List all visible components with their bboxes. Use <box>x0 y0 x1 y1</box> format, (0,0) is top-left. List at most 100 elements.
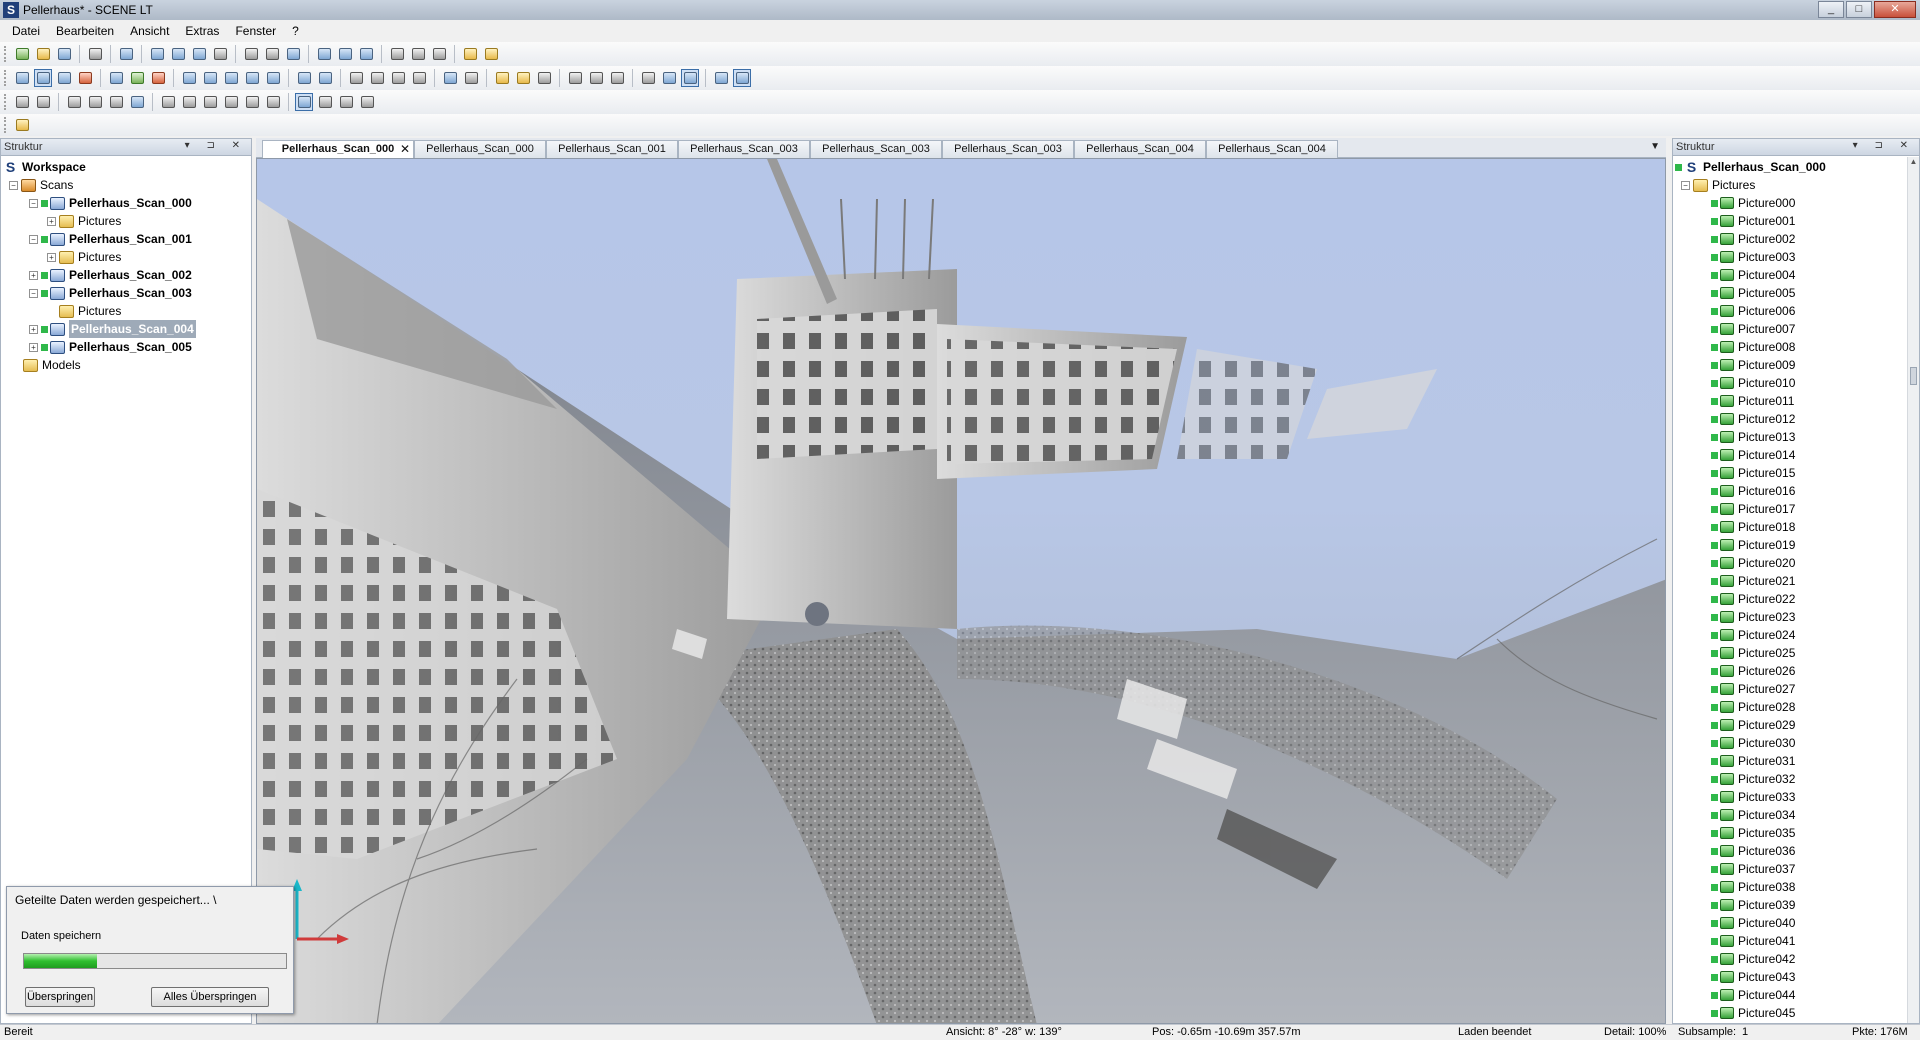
scroll-up-icon[interactable]: ▲ <box>1908 157 1919 169</box>
tree-node-pictures[interactable]: Pictures <box>3 302 251 320</box>
scroll-thumb[interactable] <box>1910 367 1917 385</box>
minimize-button[interactable]: _ <box>1818 1 1844 18</box>
collapse-icon[interactable]: − <box>9 180 18 190</box>
picture-item[interactable]: Picture001 <box>1675 212 1919 230</box>
picture-item[interactable]: Picture044 <box>1675 986 1919 1004</box>
select-objects-icon[interactable] <box>34 93 52 111</box>
tab-scan[interactable]: Pellerhaus_Scan_003 <box>678 140 810 158</box>
picture-item[interactable]: Picture033 <box>1675 788 1919 806</box>
picture-item[interactable]: Picture011 <box>1675 392 1919 410</box>
list-icon[interactable] <box>482 45 500 63</box>
picture-item[interactable]: Picture040 <box>1675 914 1919 932</box>
menu-extras[interactable]: Extras <box>177 20 227 42</box>
new-workspace-icon[interactable] <box>13 45 31 63</box>
tab-scan[interactable]: Pellerhaus_Scan_004 <box>1206 140 1338 158</box>
view-2d-icon[interactable] <box>148 45 166 63</box>
help-icon[interactable] <box>117 45 135 63</box>
picture-item[interactable]: Picture015 <box>1675 464 1919 482</box>
plugin-icon[interactable] <box>13 116 31 134</box>
dots-medium-icon[interactable] <box>587 69 605 87</box>
expand-icon[interactable]: + <box>29 342 38 352</box>
move-forward-icon[interactable] <box>128 69 146 87</box>
point-cloud-viewport[interactable] <box>256 158 1666 1024</box>
rotate-icon[interactable] <box>55 69 73 87</box>
picture-item[interactable]: Picture037 <box>1675 860 1919 878</box>
picture-item[interactable]: Picture025 <box>1675 644 1919 662</box>
expand-icon[interactable]: + <box>47 216 56 226</box>
picture-item[interactable]: Picture017 <box>1675 500 1919 518</box>
circle-select-icon[interactable] <box>222 93 240 111</box>
close-tab-icon[interactable]: ✕ <box>400 141 410 158</box>
picture-item[interactable]: Picture027 <box>1675 680 1919 698</box>
select-icon[interactable] <box>13 69 31 87</box>
dots-large-icon[interactable] <box>608 69 626 87</box>
redo-icon[interactable] <box>409 45 427 63</box>
import-icon[interactable] <box>284 45 302 63</box>
selection-mode-add-icon[interactable] <box>316 93 334 111</box>
tab-scan[interactable]: Pellerhaus_Scan_001 <box>546 140 678 158</box>
picture-item[interactable]: Picture023 <box>1675 608 1919 626</box>
grid-icon[interactable] <box>441 69 459 87</box>
picture-item[interactable]: Picture019 <box>1675 536 1919 554</box>
measure-icon[interactable] <box>128 93 146 111</box>
picture-item[interactable]: Picture020 <box>1675 554 1919 572</box>
expand-icon[interactable]: + <box>47 252 56 262</box>
tab-scan[interactable]: Pellerhaus_Scan_004 <box>1074 140 1206 158</box>
picture-item[interactable]: Picture016 <box>1675 482 1919 500</box>
picture-item[interactable]: Picture000 <box>1675 194 1919 212</box>
view-3d-icon[interactable] <box>169 45 187 63</box>
navigate-icon[interactable] <box>34 69 52 87</box>
view-back-icon[interactable] <box>201 69 219 87</box>
report-icon[interactable] <box>336 45 354 63</box>
picture-item[interactable]: Picture014 <box>1675 446 1919 464</box>
picture-item[interactable]: Picture012 <box>1675 410 1919 428</box>
cube-view-icon[interactable] <box>733 69 751 87</box>
undo-icon[interactable] <box>388 45 406 63</box>
corner-select-icon[interactable] <box>264 93 282 111</box>
picture-item[interactable]: Picture010 <box>1675 374 1919 392</box>
copy-icon[interactable] <box>242 45 260 63</box>
tree-node-pictures-folder[interactable]: − Pictures <box>1675 176 1919 194</box>
polygon-select-icon[interactable] <box>201 93 219 111</box>
menu-datei[interactable]: Datei <box>4 20 48 42</box>
tree-node-scan-005[interactable]: + Pellerhaus_Scan_005 <box>3 338 251 356</box>
open-icon[interactable] <box>34 45 52 63</box>
tab-scan[interactable]: Pellerhaus_Scan_003 <box>810 140 942 158</box>
close-button[interactable]: ✕ <box>1874 1 1916 18</box>
view-right-icon[interactable] <box>243 69 261 87</box>
tab-scan[interactable]: Pellerhaus_Scan_000 <box>414 140 546 158</box>
picture-item[interactable]: Picture043 <box>1675 968 1919 986</box>
toolbar-grip[interactable] <box>4 117 7 133</box>
selection-mode-new-icon[interactable] <box>295 93 313 111</box>
picture-item[interactable]: Picture045 <box>1675 1004 1919 1022</box>
panel-controls[interactable]: ▾ ⊐ ✕ <box>1853 140 1915 151</box>
print-icon[interactable] <box>86 45 104 63</box>
picture-item[interactable]: Picture036 <box>1675 842 1919 860</box>
collapse-icon[interactable]: − <box>1681 180 1690 190</box>
rectangle-select-icon[interactable] <box>159 93 177 111</box>
toolbar-grip[interactable] <box>4 70 7 86</box>
display-mode-icon[interactable] <box>410 69 428 87</box>
view-left-icon[interactable] <box>222 69 240 87</box>
pin-icon[interactable] <box>535 69 553 87</box>
picture-item[interactable]: Picture006 <box>1675 302 1919 320</box>
tree-node-scan-003[interactable]: − Pellerhaus_Scan_003 <box>3 284 251 302</box>
tab-scan[interactable]: Pellerhaus_Scan_003 <box>942 140 1074 158</box>
picture-item[interactable]: Picture021 <box>1675 572 1919 590</box>
save-icon[interactable] <box>55 45 73 63</box>
marker-icon[interactable] <box>493 69 511 87</box>
menu-ansicht[interactable]: Ansicht <box>122 20 177 42</box>
tab-scan-000-active[interactable]: Pellerhaus_Scan_000 ✕ <box>262 140 414 159</box>
expand-icon[interactable]: + <box>29 324 38 334</box>
collapse-icon[interactable]: − <box>29 198 38 208</box>
screenshot-icon[interactable] <box>389 69 407 87</box>
move-up-icon[interactable] <box>107 69 125 87</box>
picture-item[interactable]: Picture028 <box>1675 698 1919 716</box>
lasso-icon[interactable] <box>86 93 104 111</box>
tab-list-dropdown-icon[interactable]: ▼ <box>1650 141 1660 152</box>
tree-node-workspace[interactable]: S Workspace <box>3 158 251 176</box>
picture-item[interactable]: Picture003 <box>1675 248 1919 266</box>
ellipse-select-icon[interactable] <box>243 93 261 111</box>
hand-icon[interactable] <box>65 93 83 111</box>
box-view-icon[interactable] <box>712 69 730 87</box>
